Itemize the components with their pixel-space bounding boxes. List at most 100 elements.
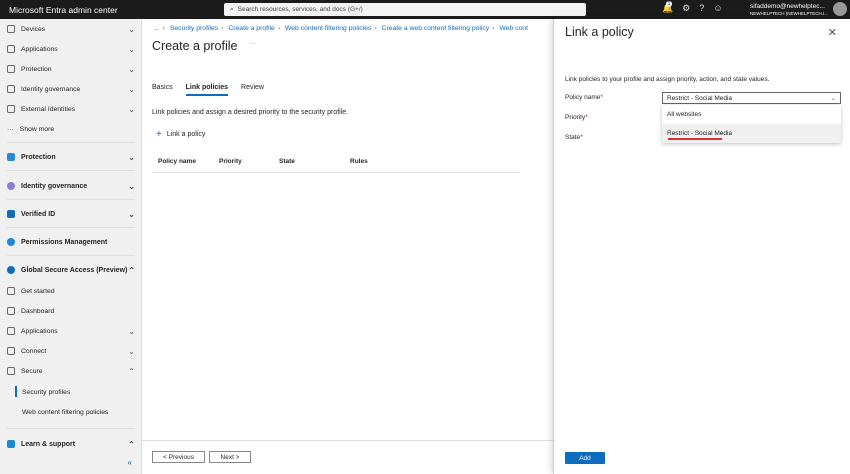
sidebar-item-show-more[interactable]: ··· Show more <box>0 119 142 139</box>
app-title[interactable]: Microsoft Entra admin center <box>0 5 222 15</box>
option-all-websites[interactable]: All websites <box>662 105 841 124</box>
tabs: Basics Link policies Review <box>152 84 264 96</box>
priority-label: Priority* <box>565 114 588 121</box>
applications-icon <box>7 327 15 335</box>
add-button[interactable]: Add <box>565 452 605 464</box>
verified-id-icon <box>7 210 15 218</box>
sidebar-item-secure[interactable]: Secure ⌃ <box>0 361 142 381</box>
previous-button[interactable]: < Previous <box>152 451 205 463</box>
breadcrumb: ... › Security profiles › Create a profile… <box>154 25 528 32</box>
column-priority: Priority <box>219 158 242 165</box>
close-icon[interactable]: ✕ <box>828 26 837 39</box>
chevron-up-icon: ⌃ <box>128 265 135 275</box>
sidebar-item-learn-support[interactable]: Learn & support ⌃ <box>0 434 142 454</box>
main-content: ... › Security profiles › Create a profile… <box>142 19 553 474</box>
sidebar: Devices ⌄ Applications ⌄ Protection ⌄ Ident… <box>0 19 142 474</box>
sidebar-item-dashboard[interactable]: Dashboard <box>0 301 142 321</box>
divider <box>7 227 135 228</box>
breadcrumb-link[interactable]: Create a profile <box>228 25 274 32</box>
chevron-up-icon: ⌃ <box>128 366 135 376</box>
help-icon[interactable]: ? <box>699 3 704 14</box>
chevron-down-icon: ⌄ <box>128 326 135 336</box>
learn-icon <box>7 440 15 448</box>
divider <box>152 172 520 173</box>
state-label: State* <box>565 134 583 141</box>
sidebar-item-get-started[interactable]: Get started <box>0 281 142 301</box>
panel-title: Link a policy <box>565 25 634 39</box>
breadcrumb-link[interactable]: Create a web content filtering policy <box>382 25 490 32</box>
more-options-icon[interactable]: ··· <box>249 40 256 47</box>
sidebar-item-connect[interactable]: Connect ⌄ <box>0 341 142 361</box>
link-policy-button[interactable]: + Link a policy <box>156 129 205 140</box>
lock-icon <box>7 367 15 375</box>
cloud-icon <box>7 238 15 246</box>
tab-basics[interactable]: Basics <box>152 84 173 96</box>
collapse-sidebar-icon[interactable]: « <box>128 458 132 467</box>
chevron-down-icon: ⌄ <box>128 84 135 94</box>
column-policy-name: Policy name <box>158 158 196 165</box>
panel-description: Link policies to your profile and assign… <box>565 76 770 83</box>
sidebar-item-global-secure-access[interactable]: Global Secure Access (Preview) ⌃ <box>0 260 142 280</box>
get-started-icon <box>7 287 15 295</box>
sidebar-item-gsa-applications[interactable]: Applications ⌄ <box>0 321 142 341</box>
sidebar-item-identity-governance-sub[interactable]: Identity governance ⌄ <box>0 79 142 99</box>
annotation-underline <box>668 138 722 140</box>
sidebar-item-web-content-filtering-policies[interactable]: Web content filtering policies <box>0 402 142 422</box>
dashboard-icon <box>7 307 15 315</box>
sidebar-item-protection[interactable]: Protection ⌄ <box>0 147 142 167</box>
chevron-down-icon: ⌄ <box>128 209 135 219</box>
tab-review[interactable]: Review <box>241 84 264 96</box>
chevron-down-icon: ⌄ <box>128 104 135 114</box>
chevron-down-icon: ⌄ <box>128 181 135 191</box>
identity-governance-icon <box>7 182 15 190</box>
sidebar-item-permissions-management[interactable]: Permissions Management <box>0 232 142 252</box>
divider <box>7 142 135 143</box>
sidebar-item-applications[interactable]: Applications ⌄ <box>0 39 142 59</box>
breadcrumb-link[interactable]: Web cont <box>499 25 528 32</box>
description: Link policies and assign a desired prior… <box>152 109 349 116</box>
protection-icon <box>7 153 15 161</box>
chevron-down-icon: ⌄ <box>128 44 135 54</box>
chevron-up-icon: ⌃ <box>128 439 135 449</box>
chevron-down-icon: ⌄ <box>128 152 135 162</box>
chevron-down-icon: ⌄ <box>128 346 135 356</box>
page-title: Create a profile <box>152 39 238 53</box>
applications-icon <box>7 45 15 53</box>
more-icon: ··· <box>7 125 14 133</box>
sidebar-item-verified-id[interactable]: Verified ID ⌄ <box>0 204 142 224</box>
next-button[interactable]: Next > <box>209 451 251 463</box>
column-state: State <box>279 158 295 165</box>
notifications-icon[interactable]: 🔔 1 <box>662 1 673 14</box>
avatar[interactable] <box>833 2 847 16</box>
chevron-down-icon: ⌄ <box>128 24 135 34</box>
breadcrumb-link[interactable]: Security profiles <box>170 25 218 32</box>
link-policy-panel: Link a policy ✕ Link policies to your pr… <box>553 19 850 474</box>
search-input[interactable]: ⌕ Search resources, services, and docs (G… <box>224 3 586 16</box>
globe-icon <box>7 266 15 274</box>
policy-name-label: Policy name* <box>565 94 603 101</box>
option-restrict-social-media[interactable]: Restrict - Social Media <box>662 124 841 143</box>
sidebar-item-devices[interactable]: Devices ⌄ <box>0 19 142 39</box>
sidebar-item-external-identities[interactable]: External Identities ⌄ <box>0 99 142 119</box>
column-rules: Rules <box>350 158 368 165</box>
external-identities-icon <box>7 105 15 113</box>
divider <box>7 428 135 429</box>
protection-icon <box>7 65 15 73</box>
chevron-down-icon: ⌄ <box>128 64 135 74</box>
devices-icon <box>7 25 15 33</box>
user-account[interactable]: sifaddemo@newhelptec... NEWHELPTECH (NEWH… <box>750 3 828 17</box>
sidebar-item-identity-governance[interactable]: Identity governance ⌄ <box>0 176 142 196</box>
policy-name-dropdown[interactable]: Restrict - Social Media ⌄ <box>662 92 841 104</box>
divider <box>7 199 135 200</box>
search-icon: ⌕ <box>230 5 234 13</box>
breadcrumb-link[interactable]: Web content filtering policies <box>285 25 371 32</box>
tab-link-policies[interactable]: Link policies <box>185 84 229 96</box>
breadcrumb-more[interactable]: ... <box>154 25 160 32</box>
sidebar-item-security-profiles[interactable]: Security profiles <box>0 382 142 402</box>
top-bar: Microsoft Entra admin center ⌕ Search res… <box>0 0 850 19</box>
sidebar-item-protection-sub[interactable]: Protection ⌄ <box>0 59 142 79</box>
chevron-down-icon: ⌄ <box>830 95 836 102</box>
connect-icon <box>7 347 15 355</box>
feedback-icon[interactable]: ☺ <box>713 3 722 14</box>
gear-icon[interactable]: ⚙ <box>682 3 690 14</box>
